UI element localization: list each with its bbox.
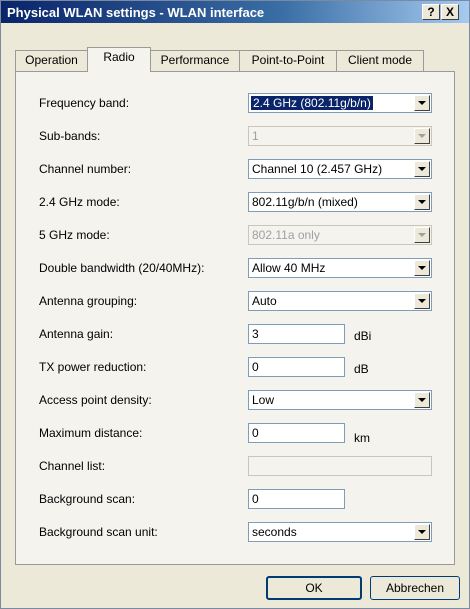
window-title: Physical WLAN settings - WLAN interface	[7, 5, 265, 20]
max-distance-label: Maximum distance:	[39, 426, 143, 440]
channel-number-select[interactable]: Channel 10 (2.457 GHz)	[248, 159, 432, 179]
frequency-band-select[interactable]: 2.4 GHz (802.11g/b/n)	[248, 93, 432, 113]
chevron-down-icon[interactable]	[414, 194, 430, 210]
mode-24-value: 802.11g/b/n (mixed)	[252, 195, 358, 209]
tab-client-mode[interactable]: Client mode	[336, 50, 424, 71]
antenna-grouping-select[interactable]: Auto	[248, 291, 432, 311]
channel-list-label: Channel list:	[39, 459, 106, 473]
double-bandwidth-label: Double bandwidth (20/40MHz):	[39, 261, 205, 275]
channel-list-input	[248, 456, 432, 476]
antenna-grouping-value: Auto	[252, 294, 277, 308]
background-scan-unit-label: Background scan unit:	[39, 525, 158, 539]
double-bandwidth-select[interactable]: Allow 40 MHz	[248, 258, 432, 278]
antenna-gain-input[interactable]: 3	[248, 324, 345, 344]
chevron-down-icon[interactable]	[414, 95, 430, 111]
background-scan-label: Background scan:	[39, 492, 136, 506]
tx-power-input[interactable]: 0	[248, 357, 345, 377]
double-bandwidth-value: Allow 40 MHz	[252, 261, 326, 275]
frequency-band-label: Frequency band:	[39, 96, 130, 110]
channel-number-label: Channel number:	[39, 162, 132, 176]
background-scan-unit-select[interactable]: seconds	[248, 522, 432, 542]
chevron-down-icon	[414, 128, 430, 144]
chevron-down-icon[interactable]	[414, 161, 430, 177]
chevron-down-icon[interactable]	[414, 392, 430, 408]
mode-5-label: 5 GHz mode:	[39, 228, 110, 242]
tab-point-to-point[interactable]: Point-to-Point	[239, 50, 337, 71]
chevron-down-icon[interactable]	[414, 260, 430, 276]
chevron-down-icon[interactable]	[414, 524, 430, 540]
ap-density-value: Low	[252, 393, 275, 407]
ap-density-select[interactable]: Low	[248, 390, 432, 410]
sub-bands-value: 1	[252, 129, 259, 143]
tx-power-value: 0	[252, 360, 259, 374]
chevron-down-icon	[414, 227, 430, 243]
chevron-down-icon[interactable]	[414, 293, 430, 309]
max-distance-value: 0	[252, 426, 259, 440]
close-button[interactable]: X	[441, 4, 459, 20]
antenna-gain-label: Antenna gain:	[39, 327, 114, 341]
tab-performance[interactable]: Performance	[150, 50, 240, 71]
antenna-gain-unit: dBi	[354, 329, 372, 343]
ap-density-label: Access point density:	[39, 393, 152, 407]
tx-power-unit: dB	[354, 362, 369, 376]
tab-radio[interactable]: Radio	[87, 47, 151, 72]
tab-operation[interactable]: Operation	[15, 50, 88, 71]
mode-24-label: 2.4 GHz mode:	[39, 195, 120, 209]
antenna-grouping-label: Antenna grouping:	[39, 294, 138, 308]
max-distance-unit: km	[354, 431, 370, 445]
channel-number-value: Channel 10 (2.457 GHz)	[252, 162, 383, 176]
sub-bands-select: 1	[248, 126, 432, 146]
radio-panel: Frequency band: 2.4 GHz (802.11g/b/n) Su…	[15, 71, 455, 565]
mode-5-value: 802.11a only	[252, 228, 320, 242]
help-button[interactable]: ?	[422, 4, 440, 20]
title-bar[interactable]: Physical WLAN settings - WLAN interface …	[1, 1, 469, 23]
background-scan-unit-value: seconds	[252, 525, 297, 539]
mode-5-select: 802.11a only	[248, 225, 432, 245]
dialog-window: Physical WLAN settings - WLAN interface …	[0, 0, 470, 609]
background-scan-input[interactable]: 0	[248, 489, 345, 509]
tx-power-label: TX power reduction:	[39, 360, 147, 374]
frequency-band-value: 2.4 GHz (802.11g/b/n)	[251, 96, 373, 110]
cancel-button[interactable]: Abbrechen	[370, 576, 460, 600]
ok-button[interactable]: OK	[266, 576, 362, 600]
max-distance-input[interactable]: 0	[248, 423, 345, 443]
antenna-gain-value: 3	[252, 327, 259, 341]
sub-bands-label: Sub-bands:	[39, 129, 101, 143]
background-scan-value: 0	[252, 492, 259, 506]
mode-24-select[interactable]: 802.11g/b/n (mixed)	[248, 192, 432, 212]
